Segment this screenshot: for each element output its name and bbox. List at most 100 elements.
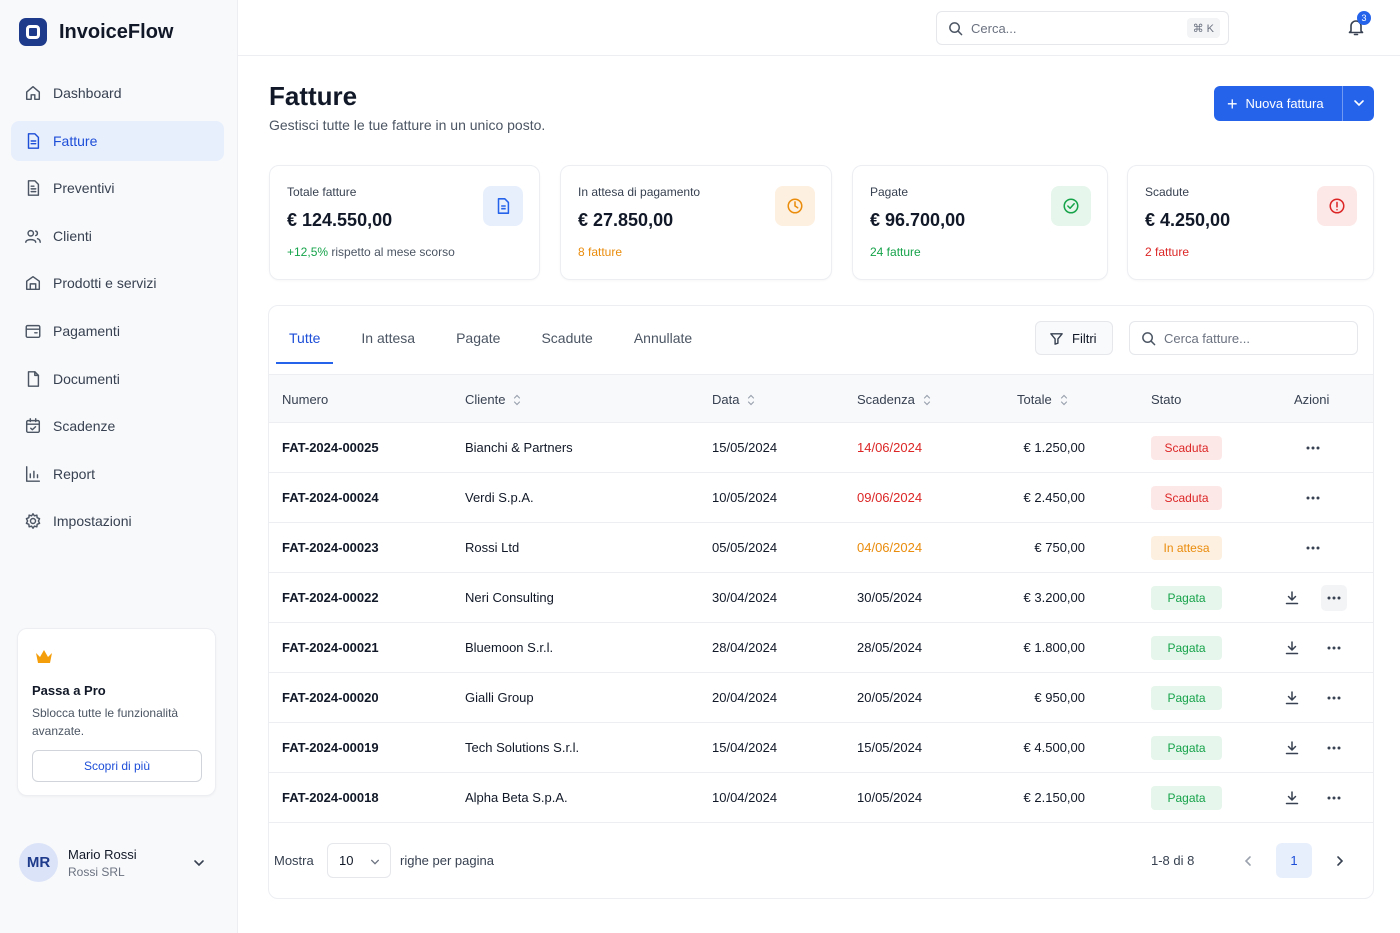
invoice-search-input[interactable] [1164,330,1354,346]
sidebar-item-scadenze[interactable]: Scadenze [11,406,224,446]
download-icon[interactable] [1279,785,1305,811]
next-page-button[interactable] [1322,843,1358,878]
promo-learn-more-button[interactable]: Scopri di più [32,750,202,782]
invoice-number[interactable]: FAT-2024-00023 [282,523,379,572]
search-icon [1142,331,1156,345]
search-shortcut: ⌘ K [1186,18,1220,38]
card-title: In attesa di pagamento [578,185,701,199]
tab-annullate[interactable]: Annullate [621,306,705,370]
download-icon[interactable] [1279,585,1305,611]
home-icon [25,85,41,101]
column-header-stato: Stato [1151,375,1181,424]
chevron-down-icon[interactable] [1353,97,1365,109]
table-row[interactable]: FAT-2024-00022 Neri Consulting 30/04/2024 3… [269,573,1373,623]
table-footer: Mostra 10 righe per pagina 1-8 di 8 1 [269,822,1373,898]
status-cell: Pagata [1151,723,1222,772]
sidebar-item-preventivi[interactable]: Preventivi [11,168,224,208]
invoice-date: 20/04/2024 [712,690,778,705]
table-header: Numero Cliente Data Scadenza Totale Stato Azio… [269,374,1373,423]
previous-page-button[interactable] [1230,843,1266,878]
summary-card-totale-fatture: Totale fatture € 124.550,00 +12,5% rispett… [269,165,540,280]
invoice-total: € 750,00 [1034,540,1085,555]
invoice-number[interactable]: FAT-2024-00020 [282,673,379,722]
invoice-number[interactable]: FAT-2024-00022 [282,573,379,622]
table-row[interactable]: FAT-2024-00024 Verdi S.p.A. 10/05/2024 09/0… [269,473,1373,523]
user-menu[interactable]: MR Mario Rossi Rossi SRL [19,843,219,882]
invoice-number[interactable]: FAT-2024-00019 [282,723,379,772]
column-header-label: Totale [1017,392,1052,407]
card-value: € 4.250,00 [1145,210,1231,230]
invoice-date: 10/05/2024 [712,490,778,505]
upgrade-promo-card: Passa a Pro Sblocca tutte le funzionalit… [17,628,216,796]
column-header-label: Stato [1151,392,1182,407]
invoice-number[interactable]: FAT-2024-00024 [282,473,379,522]
more-actions-icon[interactable] [1321,685,1347,711]
chevron-down-icon [371,859,379,865]
invoice-number[interactable]: FAT-2024-00025 [282,423,379,472]
sidebar-item-documenti[interactable]: Documenti [11,359,224,399]
sidebar-item-fatture[interactable]: Fatture [11,120,224,161]
table-row[interactable]: FAT-2024-00025 Bianchi & Partners 15/05/20… [269,423,1373,473]
global-search[interactable]: ⌘ K [936,11,1229,45]
invoice-client: Rossi Ltd [465,540,520,555]
sidebar-item-impostazioni[interactable]: Impostazioni [11,501,224,541]
status-tabs: Tutte In attesa Pagate Scadute Annullate [276,306,720,370]
card-footnote-highlight: 24 fatture [870,245,921,259]
more-actions-icon[interactable] [1300,535,1326,561]
download-icon[interactable] [1279,685,1305,711]
new-invoice-button[interactable]: + Nuova fattura [1214,86,1374,121]
more-actions-icon[interactable] [1321,635,1347,661]
rows-per-page-select[interactable]: 10 [327,843,391,878]
sidebar-item-label: Scadenze [53,418,116,435]
invoice-number[interactable]: FAT-2024-00021 [282,623,379,672]
card-footnote-highlight: +12,5% [287,245,329,259]
invoice-date: 15/04/2024 [712,740,778,755]
more-actions-icon[interactable] [1321,735,1347,761]
invoice-client: Gialli Group [465,690,534,705]
tab-pagate[interactable]: Pagate [443,306,513,370]
card-value: € 96.700,00 [870,210,966,230]
status-badge: Pagata [1151,635,1222,660]
sidebar-item-pagamenti[interactable]: Pagamenti [11,311,224,351]
status-cell: Pagata [1151,573,1222,622]
more-actions-icon[interactable] [1321,785,1347,811]
sidebar-item-prodotti-e-servizi[interactable]: Prodotti e servizi [11,263,224,303]
table-row[interactable]: FAT-2024-00021 Bluemoon S.r.l. 28/04/2024 2… [269,623,1373,673]
user-company: Rossi SRL [68,864,125,879]
table-row[interactable]: FAT-2024-00019 Tech Solutions S.r.l. 15/04… [269,723,1373,773]
app-name: InvoiceFlow [59,20,174,43]
column-header-cliente[interactable]: Cliente [465,375,521,424]
global-search-input[interactable] [971,20,1171,36]
more-actions-icon[interactable] [1300,435,1326,461]
sort-icon [748,394,755,405]
download-icon[interactable] [1279,735,1305,761]
invoice-number[interactable]: FAT-2024-00018 [282,773,379,822]
file-icon [27,370,40,387]
status-cell: In attesa [1151,523,1222,572]
sidebar-item-clienti[interactable]: Clienti [11,216,224,256]
page-button-current[interactable]: 1 [1276,843,1312,878]
table-row[interactable]: FAT-2024-00020 Gialli Group 20/04/2024 20/0… [269,673,1373,723]
sidebar-item-report[interactable]: Report [11,454,224,494]
notification-badge: 3 [1357,11,1371,25]
chevron-down-icon[interactable] [193,857,205,869]
sidebar-item-dashboard[interactable]: Dashboard [11,73,224,113]
tab-tutte[interactable]: Tutte [276,306,334,370]
table-row[interactable]: FAT-2024-00018 Alpha Beta S.p.A. 10/04/202… [269,773,1373,823]
table-row[interactable]: FAT-2024-00023 Rossi Ltd 05/05/2024 04/06/2… [269,523,1373,573]
column-header-data[interactable]: Data [712,375,755,424]
invoice-client: Bluemoon S.r.l. [465,640,554,655]
box-icon [25,276,41,291]
tab-in-attesa[interactable]: In attesa [348,306,428,370]
more-actions-icon[interactable] [1300,485,1326,511]
column-header-totale[interactable]: Totale [1017,375,1068,424]
download-icon[interactable] [1279,635,1305,661]
app-logo[interactable]: InvoiceFlow [19,18,173,46]
more-actions-icon[interactable] [1321,585,1347,611]
sidebar-item-label: Preventivi [53,180,115,197]
tab-scadute[interactable]: Scadute [528,306,605,370]
logo-mark-icon [19,18,47,46]
filters-button[interactable]: Filtri [1035,321,1113,355]
column-header-scadenza[interactable]: Scadenza [857,375,931,424]
invoice-search[interactable] [1129,321,1358,355]
